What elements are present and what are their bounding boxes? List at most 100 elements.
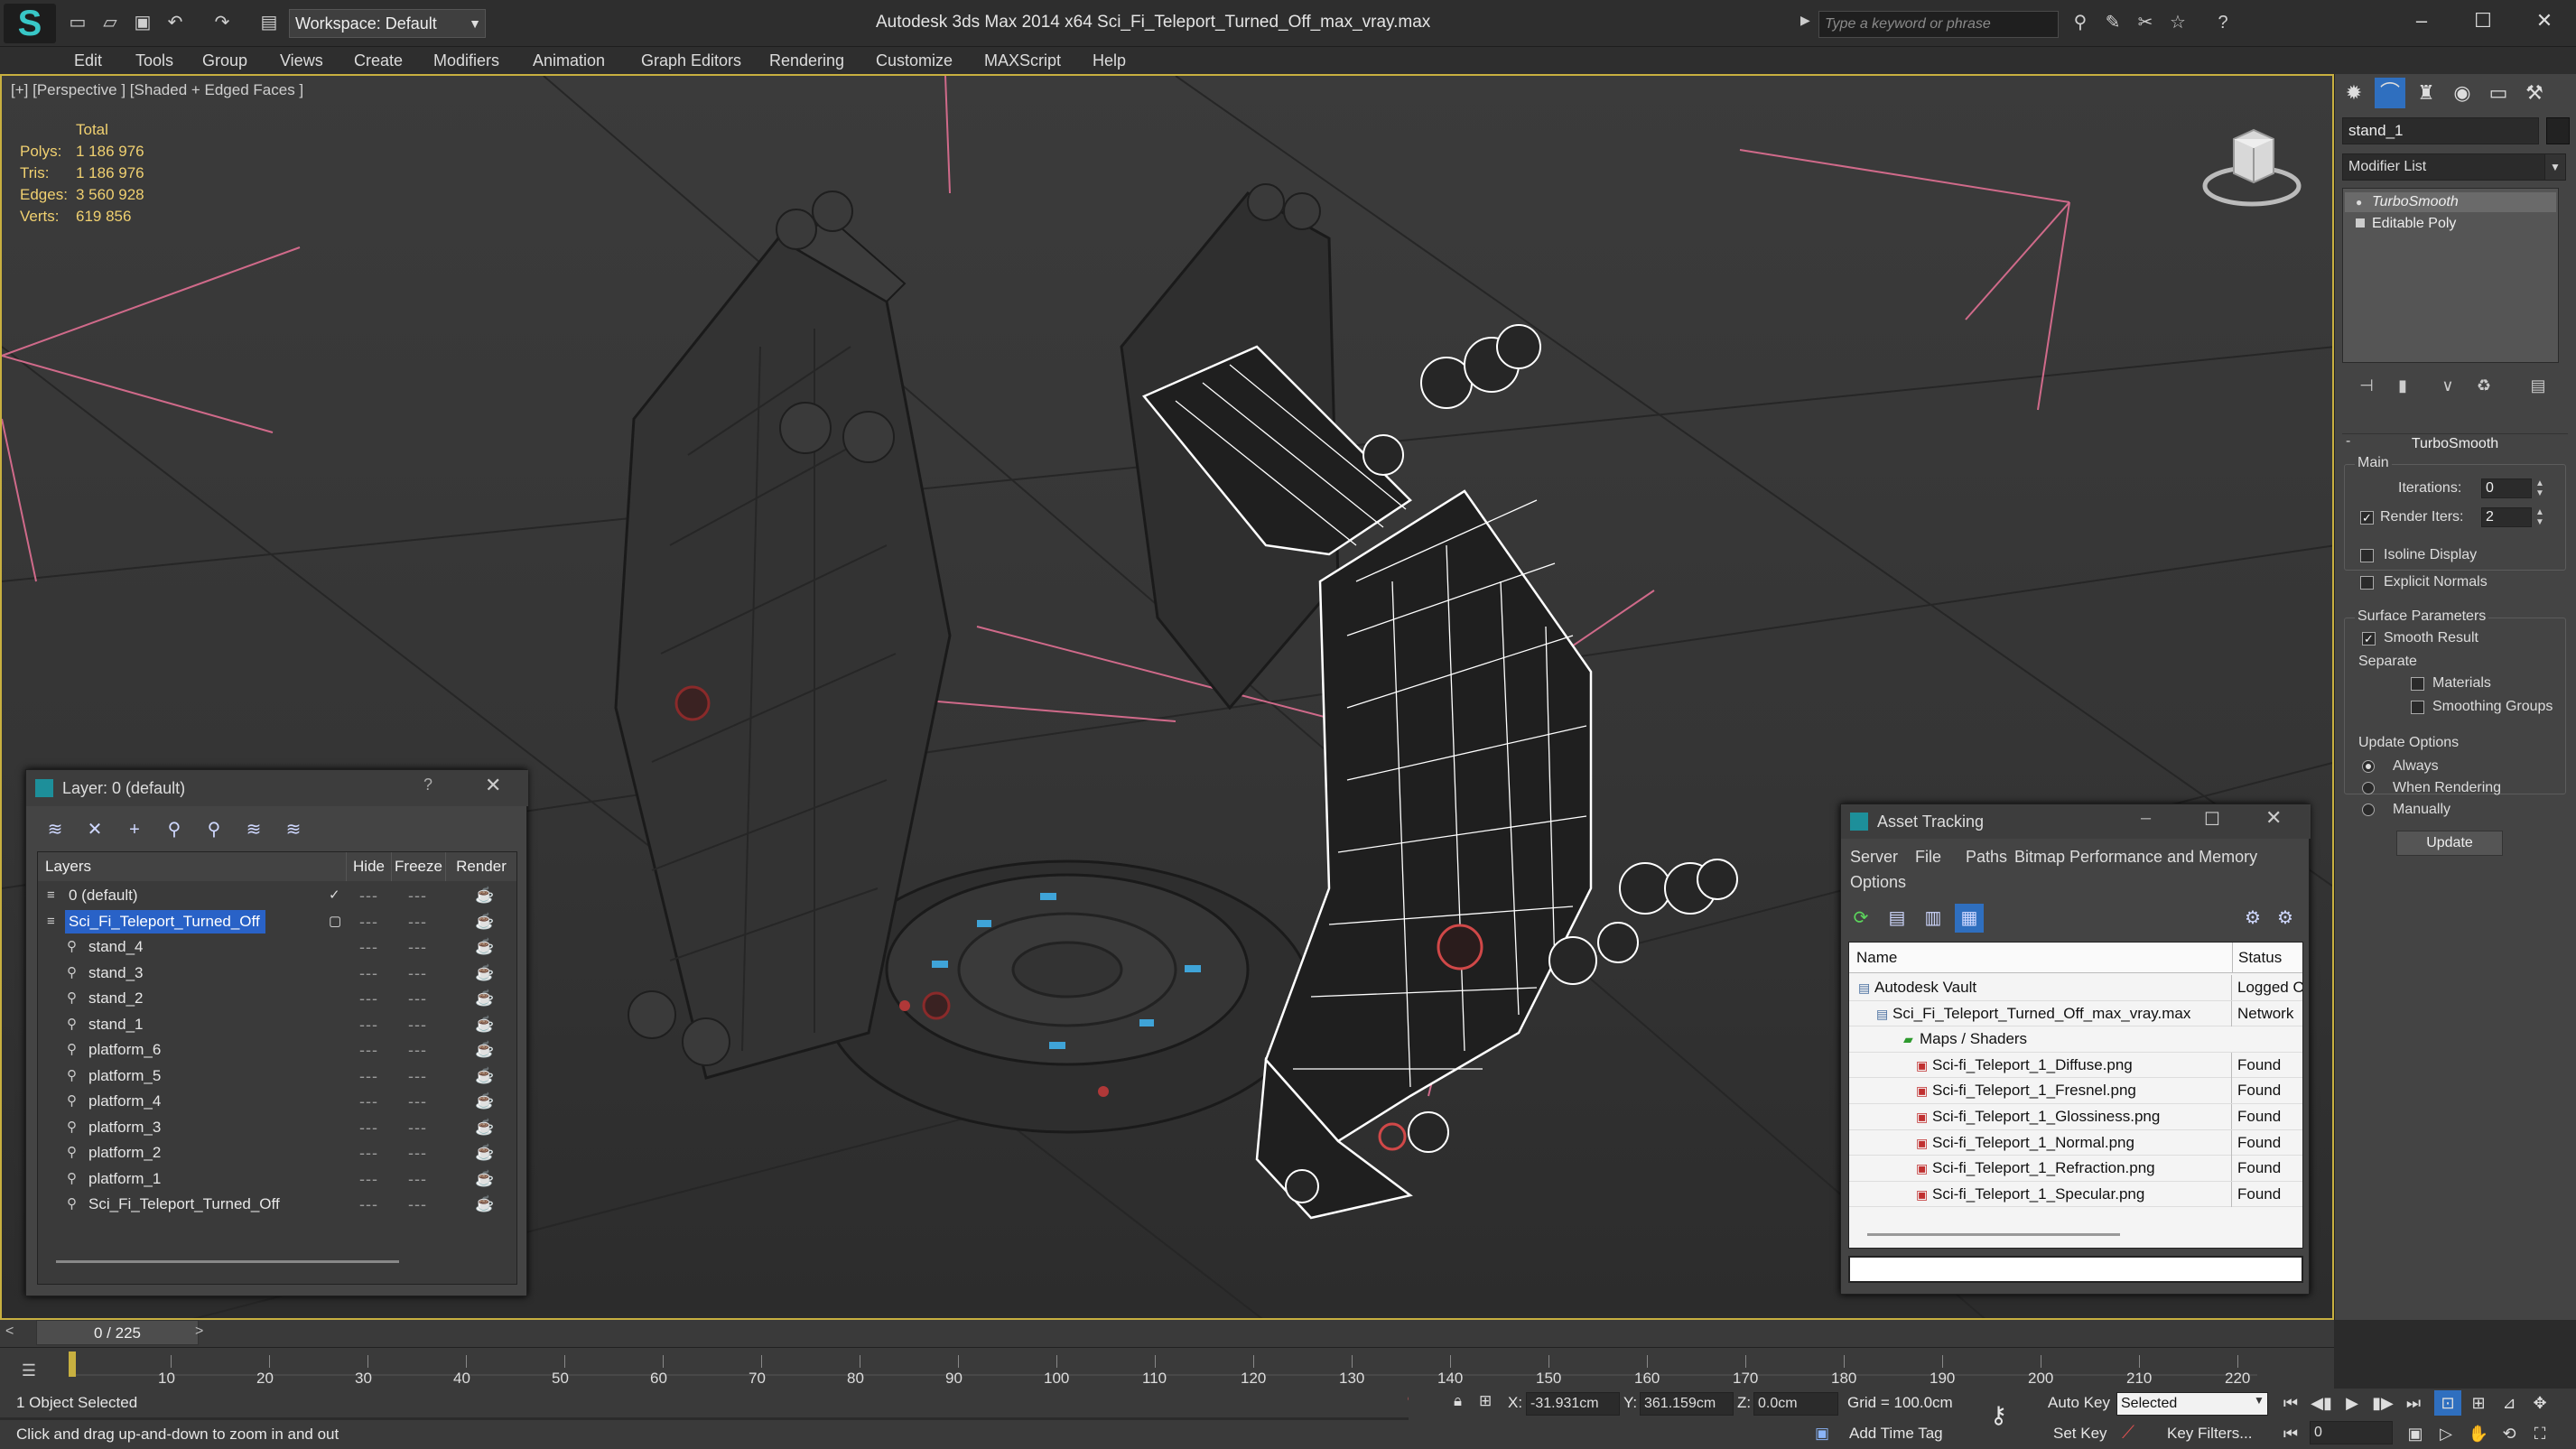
hide-toggle[interactable]: --- [359,1140,378,1166]
close-icon[interactable]: ✕ [2517,5,2571,36]
previous-frame-icon[interactable]: ◀▮ [2308,1390,2335,1416]
y-coord-field[interactable]: 361.159cm [1640,1392,1734,1416]
go-to-end-icon[interactable]: ⏭ [2400,1390,2427,1416]
spinner-arrows-icon[interactable]: ▲ ▼ [2535,478,2544,498]
zoom-extents-icon[interactable]: ⊡ [2434,1390,2461,1416]
layer-row[interactable]: ⚲ platform_2 --- --- ☕ [38,1140,516,1166]
go-to-start-icon[interactable]: ⏮ [2277,1390,2304,1416]
iterations-spinner[interactable]: 0 [2481,478,2532,498]
hide-toggle[interactable]: --- [359,986,378,1011]
show-end-result-icon[interactable]: ▮ [2389,372,2416,399]
stack-item-editable-poly[interactable]: Editable Poly [2345,214,2556,234]
binoculars-icon[interactable]: ⚲ [2068,10,2093,35]
smooth-result-checkbox[interactable]: ✓ [2362,632,2376,646]
freeze-all-layers-icon[interactable]: ≋ [279,815,308,844]
current-layer-check-icon[interactable]: ✓ [329,883,340,908]
modify-tab-icon[interactable]: ⌒ [2375,78,2405,108]
asset-dialog-title[interactable]: Asset Tracking [1841,804,2311,839]
layer-name[interactable]: platform_2 [85,1141,166,1165]
menu-options[interactable]: Options [1850,873,1906,892]
mini-curve-editor-icon[interactable]: ☰ [9,1357,49,1384]
menu-rendering[interactable]: Rendering [769,47,844,74]
asset-row[interactable]: ▣ Sci-fi_Teleport_1_Fresnel.png Found [1849,1078,2302,1104]
freeze-toggle[interactable]: --- [408,1037,427,1063]
zoom-all-icon[interactable]: ⊞ [2465,1390,2492,1416]
column-header-render[interactable]: Render [446,852,516,881]
next-frame-icon[interactable]: > [195,1324,203,1340]
add-time-tag[interactable]: Add Time Tag [1849,1425,1943,1443]
menu-group[interactable]: Group [202,47,247,74]
key-icon[interactable]: ⚷ [1990,1401,2007,1429]
maximize-icon[interactable]: ☐ [2456,5,2510,36]
update-button[interactable]: Update [2396,831,2503,856]
search-input[interactable]: Type a keyword or phrase [1818,11,2059,38]
render-toggle-icon[interactable]: ☕ [475,1064,494,1089]
freeze-toggle[interactable]: --- [408,934,427,960]
highlight-selected-icon[interactable]: ⚲ [200,815,228,844]
next-frame-icon[interactable]: ▮▶ [2369,1390,2396,1416]
layer-name[interactable]: Sci_Fi_Teleport_Turned_Off [65,909,265,933]
maximize-viewport-icon[interactable]: ⛶ [2526,1421,2553,1446]
column-header-hide[interactable]: Hide [347,852,392,881]
asset-row[interactable]: ▣ Sci-fi_Teleport_1_Diffuse.png Found [1849,1052,2302,1079]
auto-key-button[interactable]: Auto Key [2048,1394,2110,1412]
set-key-button[interactable]: Set Key [2053,1425,2107,1443]
redo-icon[interactable]: ↷ [209,10,235,35]
remove-modifier-icon[interactable]: ♻ [2470,372,2497,399]
menu-edit[interactable]: Edit [74,47,102,74]
viewport-label[interactable]: [+] [Perspective ] [Shaded + Edged Faces… [11,81,303,99]
lightbulb-icon[interactable]: ● [2356,196,2362,209]
render-toggle-icon[interactable]: ☕ [475,1115,494,1140]
hide-all-layers-icon[interactable]: ≋ [239,815,268,844]
modifier-list-dropdown[interactable]: Modifier List [2342,153,2559,181]
menu-server[interactable]: Server [1850,848,1898,867]
asset-row[interactable]: ▣ Sci-fi_Teleport_1_Glossiness.png Found [1849,1104,2302,1130]
undo-icon[interactable]: ↶ [163,10,188,35]
open-file-icon[interactable]: ▱ [98,10,123,35]
render-toggle-icon[interactable]: ☕ [475,883,494,908]
layer-row[interactable]: ⚲ Sci_Fi_Teleport_Turned_Off --- --- ☕ [38,1192,516,1218]
selection-set-dropdown[interactable]: Selected [2116,1392,2268,1416]
render-toggle-icon[interactable]: ☕ [475,909,494,934]
play-arrow-icon[interactable]: ▶ [1800,13,1810,28]
make-unique-icon[interactable]: ∨ [2434,372,2461,399]
hide-toggle[interactable]: --- [359,1115,378,1140]
time-tag-icon[interactable]: ▣ [1815,1425,1829,1443]
layer-name[interactable]: platform_5 [85,1064,166,1088]
select-highlighted-icon[interactable]: ⚲ [160,815,189,844]
render-toggle-icon[interactable]: ☕ [475,1140,494,1166]
freeze-toggle[interactable]: --- [408,986,427,1011]
layer-row[interactable]: ⚲ stand_2 --- --- ☕ [38,986,516,1012]
hide-toggle[interactable]: --- [359,1012,378,1037]
layer-row[interactable]: ≡ Sci_Fi_Teleport_Turned_Off ▢ --- --- ☕ [38,909,516,935]
layer-row[interactable]: ⚲ platform_3 --- --- ☕ [38,1115,516,1141]
freeze-toggle[interactable]: --- [408,1166,427,1192]
current-frame-field[interactable]: 0 [2310,1421,2393,1444]
column-header-freeze[interactable]: Freeze [392,852,446,881]
render-toggle-icon[interactable]: ☕ [475,1166,494,1192]
layer-name[interactable]: platform_1 [85,1167,166,1191]
hide-toggle[interactable]: --- [359,934,378,960]
menu-tools[interactable]: Tools [135,47,173,74]
workspace-dropdown[interactable]: Workspace: Default [289,9,486,38]
asset-row[interactable]: ▣ Sci-fi_Teleport_1_Normal.png Found [1849,1129,2302,1156]
render-toggle-icon[interactable]: ☕ [475,986,494,1011]
column-header-layers[interactable]: Layers [38,852,347,881]
viewcube-icon[interactable] [2198,114,2306,213]
freeze-toggle[interactable]: --- [408,909,427,934]
hide-toggle[interactable]: --- [359,1064,378,1089]
lock-icon[interactable]: 🔒︎ [1454,1392,1462,1410]
layer-row[interactable]: ⚲ stand_3 --- --- ☕ [38,961,516,987]
menu-create[interactable]: Create [354,47,403,74]
minimize-icon[interactable]: – [2395,5,2449,36]
layer-dialog-title[interactable]: Layer: 0 (default) [26,770,528,806]
chevron-down-icon[interactable]: ▼ [2544,153,2566,181]
freeze-toggle[interactable]: --- [408,883,427,908]
hierarchy-tab-icon[interactable]: ♜ [2411,78,2441,108]
minimize-icon[interactable]: – [2141,808,2151,829]
when-rendering-radio[interactable] [2362,782,2375,794]
time-slider[interactable]: 0 / 225 [36,1320,199,1345]
column-header-status[interactable]: Status [2232,943,2302,973]
settings-icon[interactable]: ⚙ [2271,904,2300,933]
freeze-toggle[interactable]: --- [408,1012,427,1037]
